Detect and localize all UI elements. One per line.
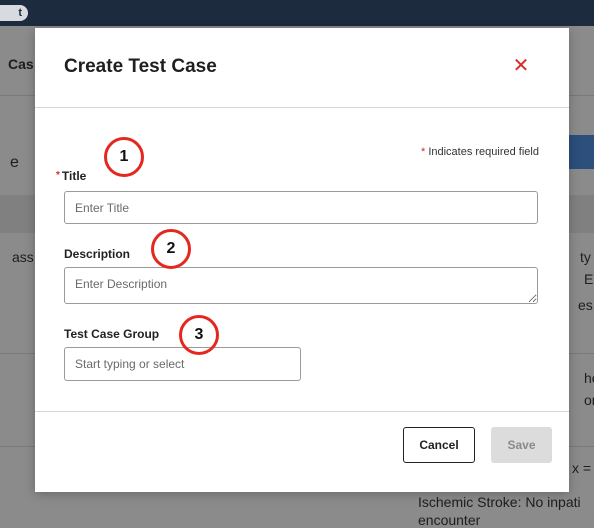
background-primary-button — [568, 135, 594, 169]
annotation-callout-3: 3 — [179, 315, 219, 355]
background-text: he — [584, 370, 594, 386]
required-asterisk: * — [420, 146, 426, 158]
annotation-callout-2: 2 — [151, 229, 191, 269]
dialog-footer: Cancel Save — [35, 411, 569, 493]
close-icon[interactable]: ✕ — [511, 56, 531, 76]
required-asterisk: * — [56, 170, 60, 181]
background-text: es — [578, 297, 593, 313]
background-text: or — [584, 392, 594, 408]
background-text: Ischemic Stroke: No inpati — [418, 494, 581, 510]
background-text: e — [10, 154, 19, 171]
background-text: Cas — [8, 56, 34, 72]
required-field-note: * Indicates required field — [421, 146, 539, 158]
title-label: * Title — [56, 169, 86, 183]
dialog-title: Create Test Case — [64, 56, 217, 77]
cancel-button[interactable]: Cancel — [403, 427, 475, 463]
description-textarea[interactable] — [64, 267, 538, 304]
test-case-group-label: Test Case Group — [64, 327, 160, 341]
test-case-group-input[interactable] — [64, 347, 301, 381]
title-label-text: Title — [61, 169, 87, 183]
background-text: x = — [572, 460, 592, 476]
background-text: encounter — [418, 512, 481, 528]
save-button[interactable]: Save — [491, 427, 552, 463]
background-text: E — [584, 271, 594, 287]
create-test-case-dialog: Create Test Case ✕ * Indicates required … — [35, 28, 569, 492]
background-tab-pill: t — [0, 5, 28, 21]
background-text: ty — [580, 249, 591, 265]
background-top-bar — [0, 0, 594, 26]
background-text: ass — [12, 249, 34, 265]
title-input[interactable] — [64, 191, 538, 224]
description-label: Description — [64, 247, 131, 261]
dialog-header: Create Test Case ✕ — [35, 28, 569, 108]
required-note-text: Indicates required field — [428, 146, 539, 158]
annotation-callout-1: 1 — [104, 137, 144, 177]
